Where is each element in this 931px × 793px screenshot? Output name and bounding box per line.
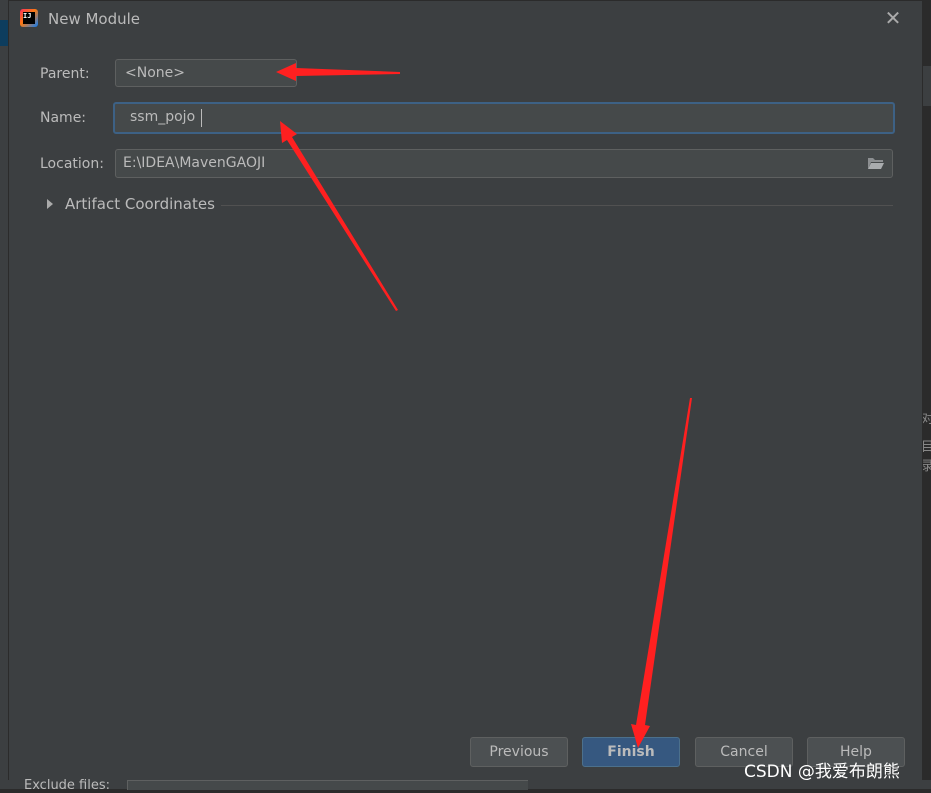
csdn-watermark: CSDN @我爱布朗熊: [744, 762, 900, 782]
parent-label: Parent:: [40, 66, 90, 82]
expand-triangle-icon: [47, 199, 53, 209]
location-value: E:\IDEA\MavenGAOJI: [123, 155, 266, 171]
name-label: Name:: [40, 110, 87, 126]
parent-value: <None>: [125, 65, 185, 81]
text-caret: [201, 109, 202, 127]
finish-button[interactable]: Finish: [582, 737, 680, 767]
close-icon[interactable]: ✕: [883, 8, 903, 28]
intellij-icon: IJ: [20, 9, 38, 27]
name-input[interactable]: ssm_pojo: [113, 102, 895, 134]
title-bar: IJ New Module ✕: [9, 1, 922, 39]
new-module-dialog: IJ New Module ✕ Parent: <None> Name: ssm…: [8, 0, 923, 782]
parent-combobox[interactable]: <None>: [115, 59, 297, 87]
location-input[interactable]: E:\IDEA\MavenGAOJI: [115, 149, 893, 178]
artifact-coordinates-label: Artifact Coordinates: [65, 195, 215, 213]
separator: [221, 205, 893, 206]
exclude-files-label: Exclude files:: [24, 778, 111, 793]
location-label: Location:: [40, 156, 104, 172]
previous-button[interactable]: Previous: [470, 737, 568, 767]
dialog-title: New Module: [48, 10, 141, 28]
folder-open-icon[interactable]: [867, 156, 885, 170]
name-value: ssm_pojo: [130, 109, 196, 125]
